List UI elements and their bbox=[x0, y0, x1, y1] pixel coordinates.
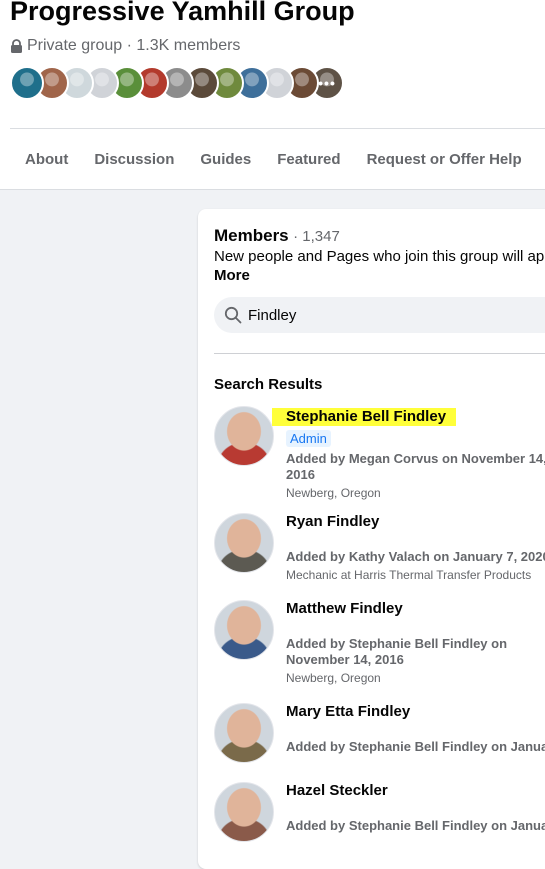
member-thumbnail[interactable] bbox=[10, 66, 44, 100]
member-info: Ryan Findley Added by Kathy Valach on Ja… bbox=[286, 513, 545, 582]
member-search[interactable] bbox=[214, 297, 545, 333]
members-separator: · bbox=[293, 228, 303, 245]
members-description: New people and Pages who join this group… bbox=[214, 248, 545, 265]
member-added-by: Added by Stephanie Bell Findley on Novem… bbox=[286, 636, 545, 668]
member-added-by: Added by Megan Corvus on November 14, 20… bbox=[286, 451, 545, 483]
group-title[interactable]: Progressive Yamhill Group bbox=[10, 0, 355, 27]
member-info: Mary Etta Findley Added by Stephanie Bel… bbox=[286, 703, 545, 755]
card-divider bbox=[214, 353, 545, 354]
added-by-line: 2016 bbox=[286, 467, 315, 482]
added-by-line: Added by Megan Corvus on November 14, bbox=[286, 451, 545, 466]
admin-badge: Admin bbox=[286, 430, 331, 447]
member-info: Stephanie Bell Findley Admin Added by Me… bbox=[272, 408, 545, 500]
member-name-link[interactable]: Mary Etta Findley bbox=[286, 703, 410, 721]
member-added-by: Added by Kathy Valach on January 7, 2020 bbox=[286, 549, 545, 564]
member-workplace: Mechanic at Harris Thermal Transfer Prod… bbox=[286, 568, 532, 582]
member-avatar[interactable] bbox=[214, 600, 274, 660]
member-avatar-strip[interactable]: ••• bbox=[10, 66, 344, 100]
member-name-link[interactable]: Stephanie Bell Findley bbox=[272, 408, 457, 426]
members-card: Members · 1,347 New people and Pages who… bbox=[198, 209, 545, 869]
member-location: Newberg, Oregon bbox=[286, 671, 381, 685]
group-header: Progressive Yamhill Group Private group … bbox=[0, 0, 545, 190]
member-name-link[interactable]: Hazel Steckler bbox=[286, 782, 388, 800]
group-meta: Private group · 1.3K members bbox=[10, 37, 240, 55]
tab-about[interactable]: About bbox=[0, 129, 81, 189]
member-name-link[interactable]: Ryan Findley bbox=[286, 513, 379, 531]
members-heading: Members · 1,347 bbox=[214, 226, 340, 246]
members-count: 1,347 bbox=[302, 228, 340, 245]
member-info: Hazel Steckler Added by Stephanie Bell F… bbox=[286, 782, 545, 834]
lock-icon bbox=[11, 38, 22, 53]
member-info: Matthew Findley Added by Stephanie Bell … bbox=[286, 600, 545, 685]
member-location: Newberg, Oregon bbox=[286, 486, 381, 500]
member-avatar[interactable] bbox=[214, 782, 274, 842]
added-by-line: November 14, 2016 bbox=[286, 652, 404, 667]
meta-separator: · bbox=[122, 37, 137, 54]
member-added-by: Added by Stephanie Bell Findley on Janua… bbox=[286, 739, 545, 754]
tab-guides[interactable]: Guides bbox=[187, 129, 264, 189]
members-title: Members bbox=[214, 226, 289, 245]
group-member-count[interactable]: 1.3K members bbox=[136, 37, 240, 55]
member-name-link[interactable]: Matthew Findley bbox=[286, 600, 403, 618]
member-avatar[interactable] bbox=[214, 703, 274, 763]
search-icon bbox=[224, 306, 242, 324]
search-results-label: Search Results bbox=[214, 376, 323, 393]
search-input[interactable] bbox=[248, 306, 545, 324]
tab-featured[interactable]: Featured bbox=[264, 129, 353, 189]
added-by-line: Added by Stephanie Bell Findley on bbox=[286, 636, 508, 651]
tab-request-or-offer-help[interactable]: Request or Offer Help bbox=[354, 129, 535, 189]
group-tabs: About Discussion Guides Featured Request… bbox=[0, 129, 535, 189]
tab-discussion[interactable]: Discussion bbox=[81, 129, 187, 189]
member-added-by: Added by Stephanie Bell Findley on Janua… bbox=[286, 818, 545, 833]
member-avatar[interactable] bbox=[214, 513, 274, 573]
member-avatar[interactable] bbox=[214, 406, 274, 466]
group-privacy: Private group bbox=[27, 37, 123, 54]
see-more-link[interactable]: More bbox=[214, 267, 250, 284]
